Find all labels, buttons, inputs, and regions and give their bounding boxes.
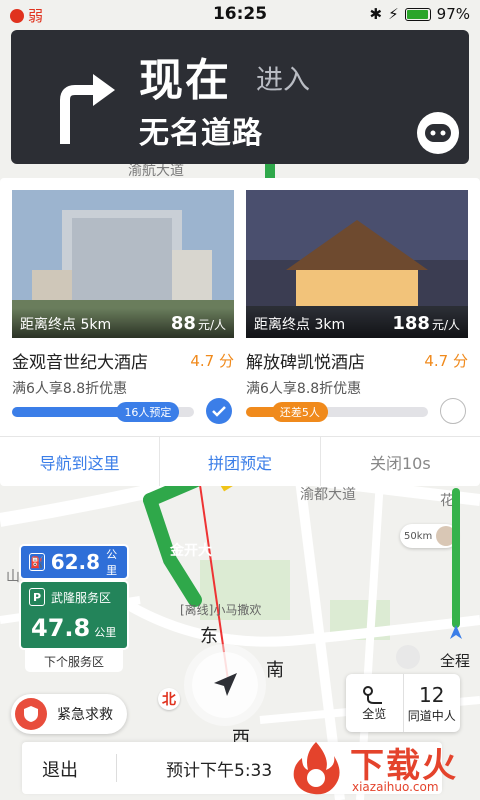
watermark-url: xiazaihuo.com: [352, 780, 439, 794]
map-label-shan: 山: [6, 569, 20, 585]
hotel-price-unit: 元/人: [431, 318, 460, 332]
emergency-button[interactable]: 紧急求救: [11, 694, 127, 734]
service-area-caption: 下个服务区: [25, 650, 123, 672]
booking-progress-bar: 还差5人: [246, 402, 428, 422]
parking-icon: P: [29, 588, 45, 606]
navigation-arrow-icon: [214, 673, 237, 696]
group-booking-button[interactable]: 拼团预定: [160, 437, 321, 486]
service-distance-value: 47.8: [31, 614, 91, 642]
hotel-name: 金观音世纪大酒店: [12, 353, 148, 373]
overview-button[interactable]: 全览: [346, 674, 404, 732]
booking-progress-label: 16人预定: [116, 402, 180, 422]
hotel-distance: 距离终点 5km: [20, 317, 112, 333]
select-check-button[interactable]: [440, 398, 466, 424]
position-arrow-icon: [450, 625, 462, 639]
hotel-photo-2: 距离终点 3km 188 元/人: [246, 190, 468, 338]
nav-now-text: 现在: [139, 55, 231, 106]
turn-instruction-card[interactable]: 现在 进入 无名道路: [11, 30, 469, 164]
nav-action-text: 进入: [256, 65, 310, 96]
avatar-distance: 50km: [404, 530, 433, 542]
fuel-distance-unit: 公里: [106, 548, 118, 577]
divider: [116, 754, 117, 782]
fuel-distance-value: 62.8: [50, 550, 101, 574]
full-route-label[interactable]: 全程: [440, 650, 470, 671]
checkmark-icon: [212, 406, 226, 417]
hotel-promo: 满6人享8.8折优惠: [246, 381, 362, 397]
hotel-promo: 满6人享8.8折优惠: [12, 381, 128, 397]
route-progress-bar: [448, 488, 464, 648]
fellow-count: 12: [419, 682, 445, 707]
hotel-score: 4.7 分: [424, 352, 468, 370]
charging-icon: ⚡: [388, 5, 399, 23]
hotel-action-bar: 导航到这里 拼团预定 关闭10s: [0, 436, 480, 486]
fellow-label: 同道中人: [407, 708, 456, 723]
shield-icon: [15, 698, 47, 730]
hotel-distance: 距离终点 3km: [254, 317, 346, 333]
watermark: 下载火 xiazaihuo.com: [282, 736, 480, 800]
hotel-price-unit: 元/人: [197, 318, 226, 332]
hotel-price: 188 元/人: [392, 313, 460, 334]
hotel-recommendation-panel: 距离终点 5km 88 元/人 金观音世纪大酒店 4.7 分 满6人享8.8折优惠…: [0, 178, 480, 486]
hotel-card-1[interactable]: 距离终点 5km 88 元/人 金观音世纪大酒店 4.7 分 满6人享8.8折优惠…: [12, 190, 234, 424]
service-distance-unit: 公里: [94, 626, 117, 639]
exit-button[interactable]: 退出: [42, 756, 78, 782]
battery-percent: 97%: [436, 5, 470, 23]
service-area-sign: P 武隆服务区 47.8 公里: [19, 580, 129, 650]
fellow-travelers-button[interactable]: 12 同道中人: [404, 674, 461, 732]
route-overview-icon: [363, 685, 383, 704]
status-right: ✱ ⚡ 97%: [370, 5, 470, 23]
offline-label: [离线]小马撒欢: [180, 603, 262, 617]
overview-label: 全览: [362, 706, 387, 721]
booking-progress-label: 还差5人: [271, 402, 328, 422]
map-label-road-2: 渝都大道: [300, 487, 356, 503]
gas-station-icon: ⛽: [29, 553, 45, 571]
battery-fill: [406, 9, 428, 19]
hotel-overlay-2: 距离终点 3km 188 元/人: [246, 308, 468, 338]
nav-road-name: 无名道路: [139, 116, 263, 151]
overview-panel: 全览 12 同道中人: [346, 674, 460, 732]
close-panel-button[interactable]: 关闭10s: [321, 437, 480, 486]
booking-progress-bar: 16人预定: [12, 402, 194, 422]
status-bar: 弱 16:25 ✱ ⚡ 97%: [0, 0, 480, 28]
hotel-price-value: 188: [392, 313, 430, 334]
fuel-distance: ⛽ 62.8 公里: [19, 544, 129, 580]
map-label-jinkai: 金开大: [170, 543, 212, 559]
eta-text: 预计下午5:33: [166, 761, 273, 781]
emergency-label: 紧急求救: [57, 707, 113, 723]
select-check-button[interactable]: [206, 398, 232, 424]
bluetooth-icon: ✱: [369, 5, 383, 23]
flame-logo-icon: [293, 742, 340, 795]
voice-assistant-robot-icon[interactable]: [417, 112, 459, 154]
current-location-marker: [192, 652, 258, 718]
turn-right-arrow-icon: [60, 74, 115, 144]
hotel-price-value: 88: [170, 313, 196, 334]
hotel-price: 88 元/人: [171, 313, 226, 334]
hotel-score: 4.7 分: [190, 352, 234, 370]
hotel-name: 解放碑凯悦酒店: [246, 353, 365, 373]
hotel-overlay-1: 距离终点 5km 88 元/人: [12, 308, 234, 338]
hotel-photo-1: 距离终点 5km 88 元/人: [12, 190, 234, 338]
north-badge: 北: [158, 688, 180, 710]
battery-icon: [404, 7, 431, 21]
navigate-here-button[interactable]: 导航到这里: [0, 437, 161, 486]
hotel-card-2[interactable]: 距离终点 3km 188 元/人 解放碑凯悦酒店 4.7 分 满6人享8.8折优惠…: [246, 190, 468, 424]
map-label-south: 南: [266, 660, 284, 681]
route-progress-track: [452, 488, 460, 628]
map-label-east: 东: [200, 626, 218, 647]
service-area-name: 武隆服务区: [51, 590, 112, 605]
service-area-widget[interactable]: ⛽ 62.8 公里 P 武隆服务区 47.8 公里 下个服务区: [19, 544, 129, 672]
